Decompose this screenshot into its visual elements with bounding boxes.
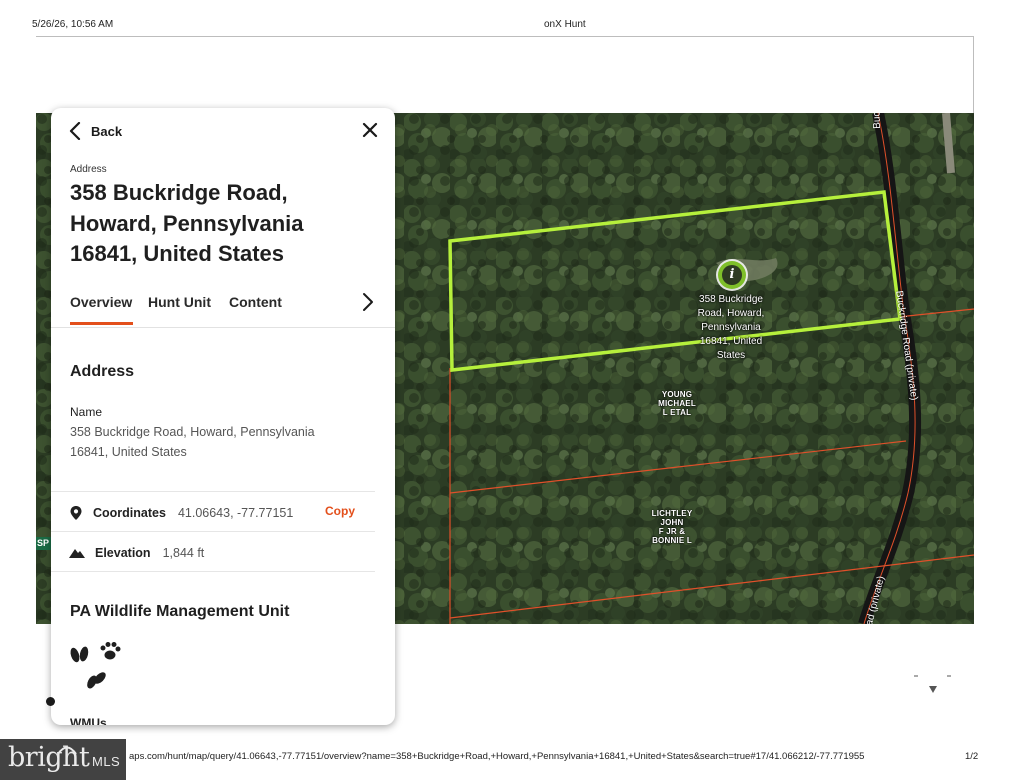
elevation-value: 1,844 ft [162,546,205,560]
name-value: 358 Buckridge Road, Howard, Pennsylvania… [70,425,315,459]
wmus-label: WMUs [70,716,107,725]
parcel-label-lichtley: LICHTLEY JOHN F JR & BONNIE L [651,509,693,545]
divider [51,531,375,532]
copy-coordinates-button[interactable]: Copy [325,504,355,518]
mountain-icon [69,549,85,558]
scale-marks [914,675,951,693]
parcel-label-young: YOUNG MICHAEL L ETAL [658,390,696,417]
elevation-label: Elevation [95,546,151,560]
elevation-row: Elevation 1,844 ft [69,543,204,563]
brightmls-watermark: bright MLS [0,739,126,780]
map-dot [46,697,55,706]
section-title-wmu: PA Wildlife Management Unit [70,603,290,620]
coordinates-row: Coordinates 41.06643, -77.77151 [69,503,293,523]
close-icon[interactable] [361,121,379,139]
tab-content[interactable]: Content [229,294,282,310]
details-panel: Back Address 358 Buckridge Road, Howard,… [51,108,395,725]
print-datetime: 5/26/26, 10:56 AM [32,19,114,30]
location-pin-icon [70,506,82,520]
section-title-address: Address [70,363,135,380]
tab-overview[interactable]: Overview [70,294,132,310]
page-border-right [973,36,974,114]
address-title: 358 Buckridge Road, Howard, Pennsylvania… [70,180,304,266]
print-header: 5/26/26, 10:56 AM onX Hunt [0,19,1010,33]
back-label: Back [91,123,123,139]
watermark-mls: MLS [92,754,121,769]
print-footer-url: aps.com/hunt/map/query/41.06643,-77.7715… [129,751,865,762]
name-label: Name [70,405,103,419]
tab-hunt-unit[interactable]: Hunt Unit [148,294,211,310]
state-park-badge: SP [36,537,52,550]
print-page-number: 1/2 [965,751,979,762]
print-title: onX Hunt [544,19,586,30]
back-button[interactable]: Back [69,121,122,141]
chevron-left-icon [69,122,81,140]
tab-bar: Overview Hunt Unit Content [51,290,395,328]
coordinates-label: Coordinates [93,506,166,520]
chevron-right-icon[interactable] [361,292,375,312]
info-icon[interactable]: i [718,261,746,289]
header-divider [36,36,974,37]
watermark-arc-icon [57,746,77,755]
divider [51,491,375,492]
animal-tracks-icon [70,642,121,689]
address-caption: Address [70,164,107,175]
driveway-right [942,113,955,174]
pin-label: 358 Buckridge Road, Howard, Pennsylvania… [697,294,765,361]
active-tab-indicator [70,322,133,325]
divider [51,571,375,572]
coordinates-value: 41.06643, -77.77151 [177,506,294,520]
